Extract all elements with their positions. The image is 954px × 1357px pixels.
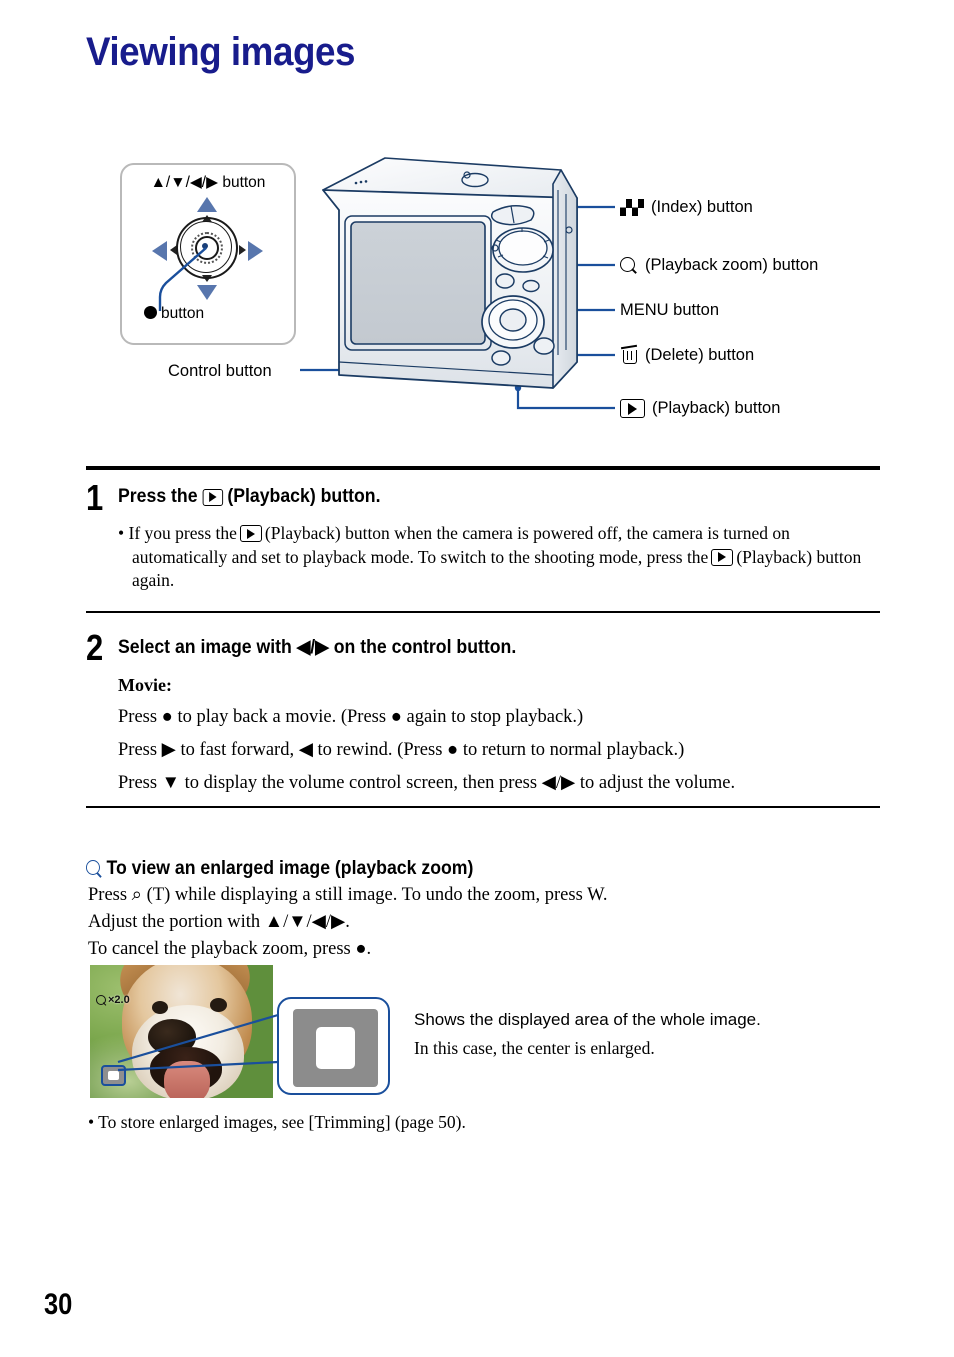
callout-index-label: (Index) button — [651, 198, 753, 216]
callout-playback-zoom: (Playback zoom) button — [620, 256, 818, 275]
step-2-heading-text: Select an image with ◀/▶ on the control … — [118, 637, 517, 658]
movie-subheading: Movie: — [118, 675, 172, 695]
page-number: 30 — [44, 1288, 73, 1321]
right-tick-icon — [239, 245, 246, 255]
step-1-number: 1 — [86, 477, 104, 518]
magnifier-icon — [96, 994, 107, 1006]
control-button-caption: Control button — [168, 362, 272, 380]
step-2: 2 Select an image with ◀/▶ on the contro… — [86, 630, 886, 796]
control-dial-graphic — [176, 217, 238, 279]
callout-menu: MENU button — [620, 301, 719, 320]
enlarged-section-heading: To view an enlarged image (playback zoom… — [86, 858, 473, 880]
step-1: 1 Press the (Playback) button. • If you … — [86, 480, 886, 593]
index-checkerboard-icon — [620, 199, 644, 216]
callout-index: (Index) button — [620, 198, 753, 217]
filled-circle-icon — [144, 306, 157, 319]
magnifier-icon — [86, 860, 103, 878]
zoom-level-indicator: ×2.0 — [96, 994, 130, 1006]
step-2-heading: Select an image with ◀/▶ on the control … — [118, 636, 832, 659]
trimming-note: • To store enlarged images, see [Trimmin… — [88, 1112, 466, 1132]
playback-triangle-icon — [620, 399, 645, 418]
enlarged-line-2: Adjust the portion with ▲/▼/◀/▶. — [88, 911, 350, 932]
control-button-inset: ▲/▼/◀/▶ button button — [120, 163, 296, 345]
callout-playback: (Playback) button — [620, 399, 780, 418]
divider-bottom — [86, 806, 880, 808]
playback-triangle-icon — [711, 548, 734, 566]
right-arrow-icon — [248, 241, 263, 261]
enlarged-section-heading-text: To view an enlarged image (playback zoom… — [106, 858, 474, 879]
callout-menu-label: MENU button — [620, 301, 720, 319]
magnifier-icon — [620, 256, 638, 275]
callout-delete: (Delete) button — [620, 344, 755, 365]
step-1-heading-before: Press the — [118, 486, 198, 507]
enlarged-line-3: To cancel the playback zoom, press ●. — [88, 938, 372, 959]
center-button-label: button — [144, 305, 204, 323]
display-area-indicator-enlarged — [277, 997, 390, 1095]
trash-icon — [620, 344, 638, 365]
up-arrow-icon — [197, 197, 217, 212]
divider-mid — [86, 611, 880, 613]
movie-line-3: Press ▼ to display the volume control sc… — [118, 773, 736, 794]
step-1-heading: Press the (Playback) button. — [118, 486, 832, 508]
photo-caption-serif: In this case, the center is enlarged. — [414, 1038, 655, 1058]
zoom-level-value: ×2.0 — [108, 994, 130, 1006]
manual-page: Viewing images ▲/▼/◀/▶ button button Con… — [0, 0, 954, 1357]
display-area-indicator — [101, 1065, 126, 1086]
divider-top — [86, 466, 880, 470]
photo-caption-sans: Shows the displayed area of the whole im… — [414, 1010, 761, 1029]
step-1-bullet-part1: If you press the — [128, 523, 237, 543]
dog-photo: ×2.0 — [90, 965, 273, 1098]
step-1-heading-after: (Playback) button. — [227, 486, 381, 507]
step-1-body: • If you press the (Playback) button when… — [118, 522, 886, 593]
callout-delete-label: (Delete) button — [645, 345, 755, 364]
left-arrow-icon — [152, 241, 167, 261]
camera-illustration — [315, 150, 605, 390]
enlarged-section-body: Press ⌕ (T) while displaying a still ima… — [88, 882, 607, 962]
camera-rear-svg — [322, 157, 578, 389]
direction-button-label: ▲/▼/◀/▶ button — [150, 174, 266, 191]
enlarged-line-1: Press ⌕ (T) while displaying a still ima… — [88, 885, 608, 905]
callout-playback-zoom-label: (Playback zoom) button — [645, 256, 819, 274]
step-1-bullet: • If you press the (Playback) button when… — [118, 523, 862, 591]
movie-line-1: Press ● to play back a movie. (Press ● a… — [118, 707, 584, 728]
figure-area: ▲/▼/◀/▶ button button Control button (In… — [0, 150, 954, 450]
down-arrow-icon — [197, 285, 217, 300]
playback-triangle-icon — [239, 525, 262, 542]
callout-list: (Index) button (Playback zoom) button ME… — [620, 150, 950, 430]
playback-triangle-icon — [202, 488, 223, 506]
step-2-number: 2 — [86, 627, 104, 668]
movie-line-2: Press ▶ to fast forward, ◀ to rewind. (P… — [118, 740, 685, 761]
callout-playback-label: (Playback) button — [652, 399, 781, 417]
page-title: Viewing images — [86, 30, 355, 74]
step-2-body: Movie: Press ● to play back a movie. (Pr… — [118, 673, 886, 796]
